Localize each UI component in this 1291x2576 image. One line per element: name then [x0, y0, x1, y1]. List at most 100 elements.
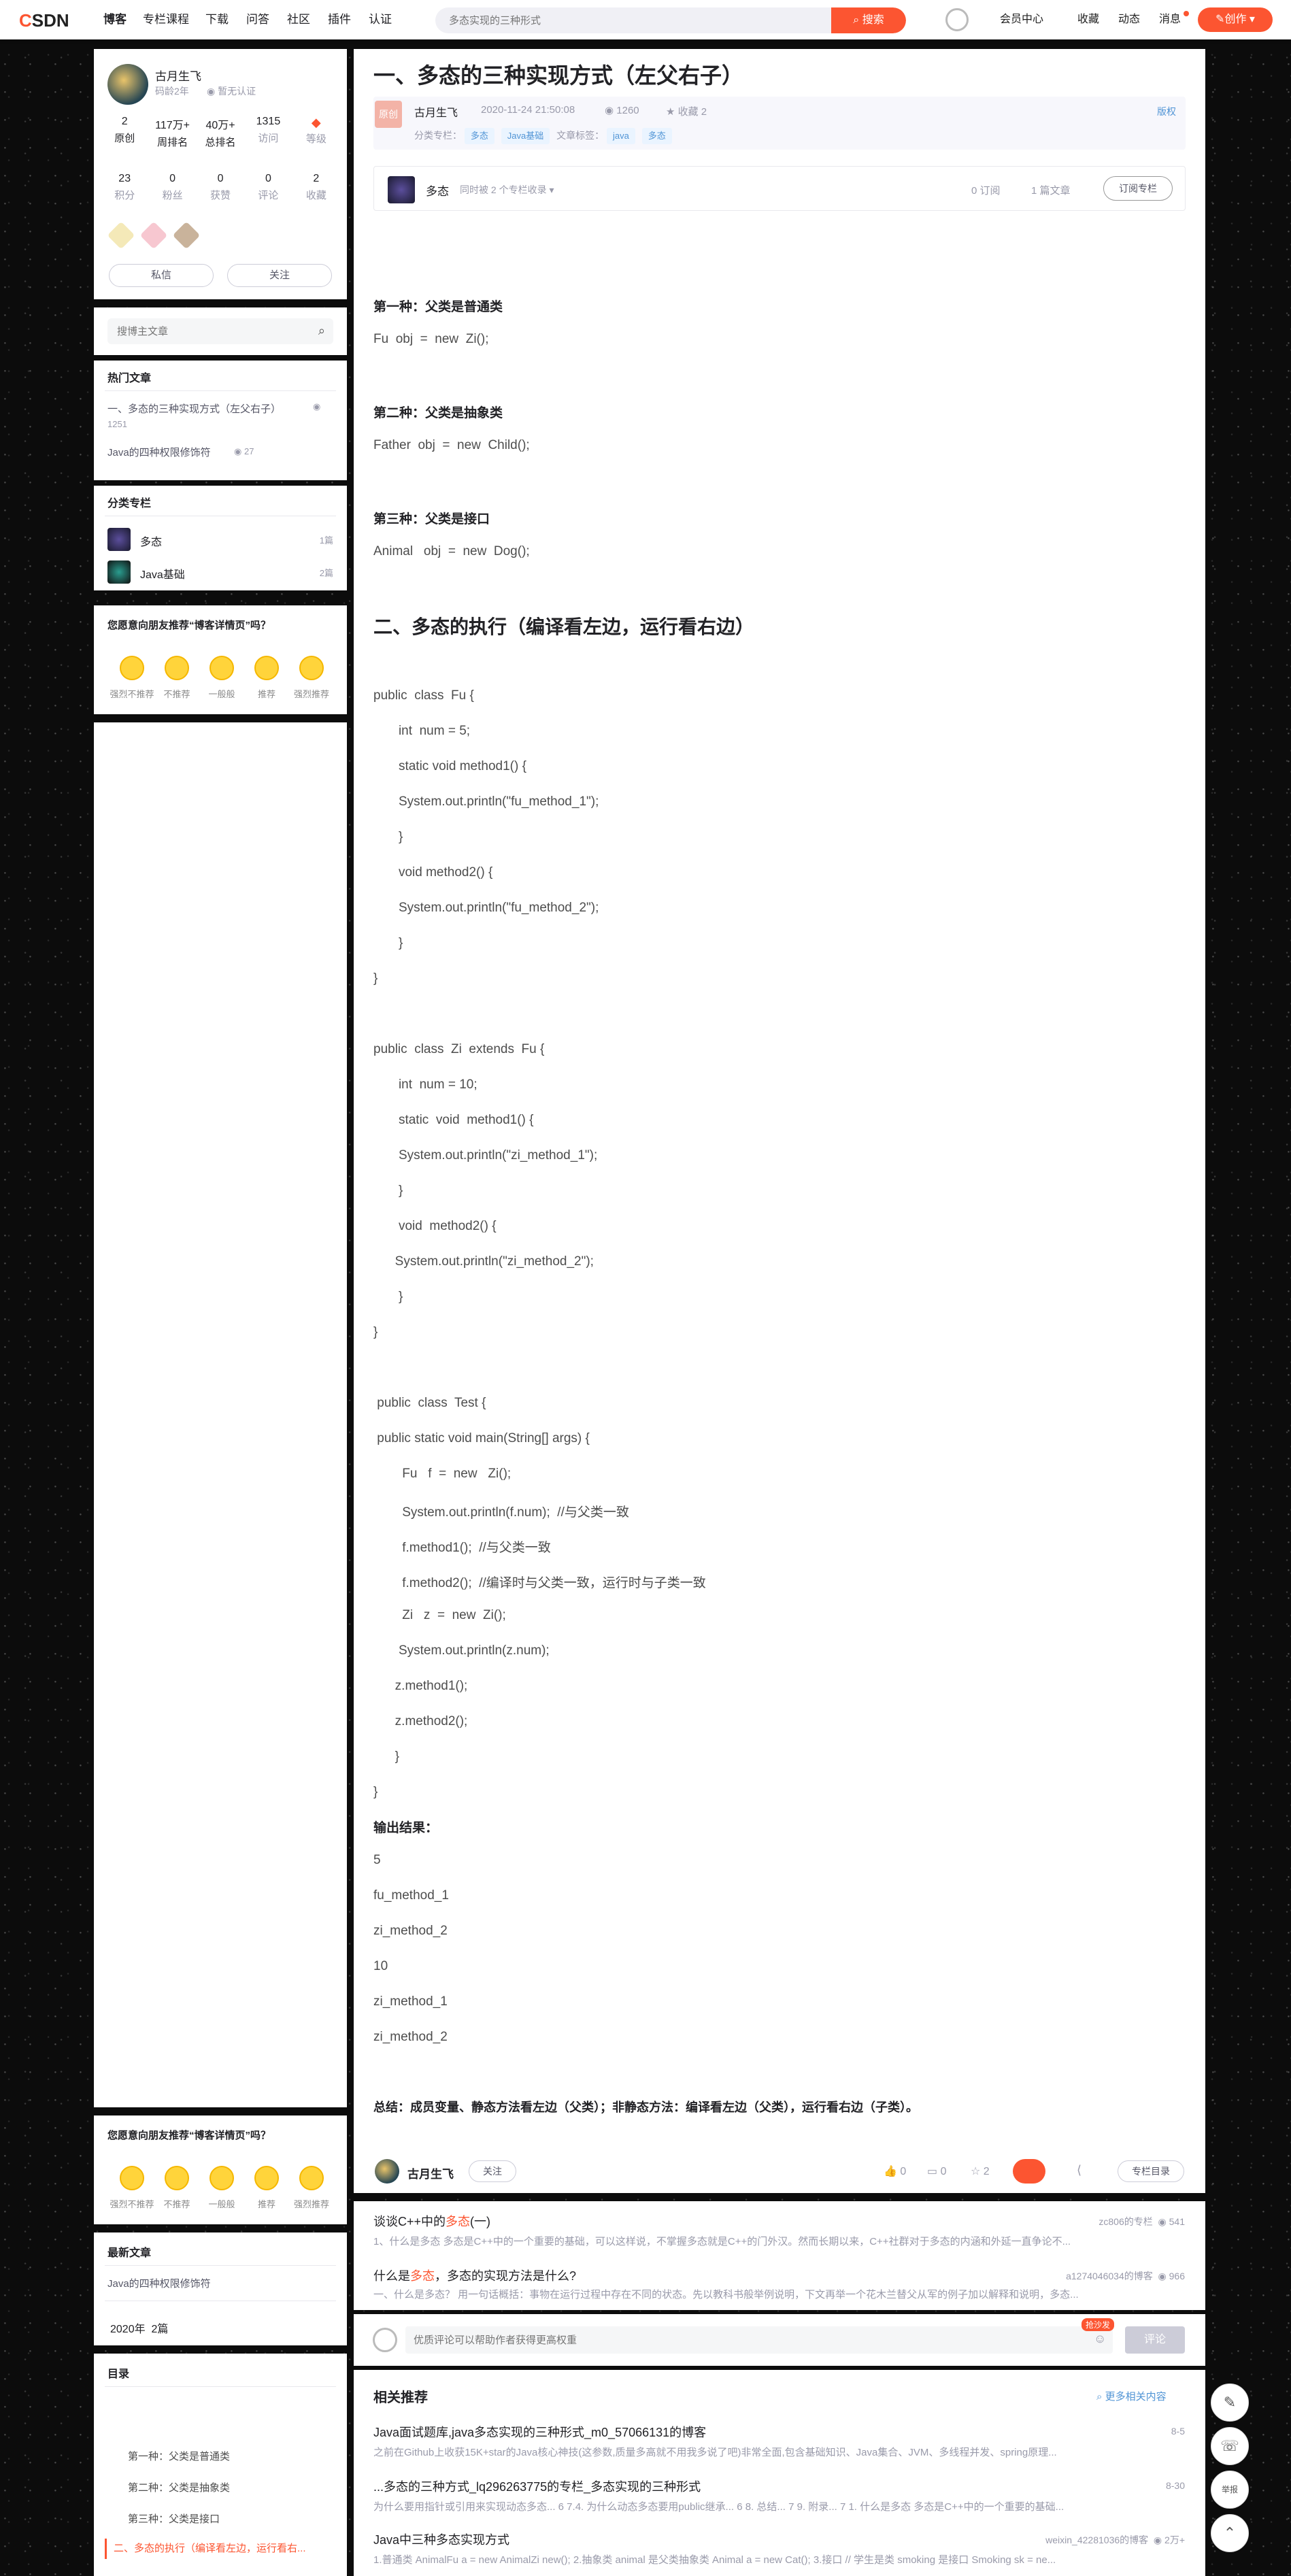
column-note[interactable]: 同时被 2 个专栏收录 ▾ — [460, 183, 554, 197]
column-thumb-icon[interactable] — [388, 176, 415, 203]
footer-follow-button[interactable]: 关注 — [469, 2160, 516, 2182]
profile-avatar[interactable] — [107, 64, 148, 105]
code-line: z.method1(); — [373, 1679, 468, 1693]
private-message-button[interactable]: 私信 — [109, 264, 214, 287]
badge-icon-2[interactable] — [139, 221, 168, 250]
favorite-count[interactable]: ★ 收藏 2 — [666, 104, 707, 118]
column-name[interactable]: 多态 — [426, 182, 449, 199]
blog-search-input[interactable] — [107, 318, 305, 344]
archive-link[interactable]: 2020年 2篇 — [110, 2320, 168, 2336]
related-link[interactable]: Java中三种多态实现方式 — [373, 2530, 509, 2548]
collect-button[interactable]: ☆ 2 — [971, 2164, 990, 2178]
profile-name[interactable]: 古月生飞 — [155, 67, 201, 84]
code-line: public static void main(String[] args) { — [373, 1431, 590, 1445]
comment-input[interactable] — [405, 2326, 1113, 2354]
footer-author[interactable]: 古月生飞 — [407, 2164, 454, 2181]
author-link[interactable]: 古月生飞 — [414, 103, 458, 120]
category-tag[interactable]: 多态 — [464, 128, 494, 144]
stat-total-rank[interactable]: 40万+ 总排名 — [197, 116, 244, 149]
footer-avatar[interactable] — [375, 2159, 399, 2184]
neutral-face-icon[interactable] — [209, 656, 234, 680]
code-line: } — [373, 1785, 378, 1799]
user-avatar[interactable] — [945, 8, 969, 31]
reward-icon[interactable] — [1013, 2159, 1045, 2184]
nav-plugin[interactable]: 插件 — [328, 0, 351, 39]
top-search-button[interactable]: ⌕ 搜索 — [831, 7, 906, 33]
toc-item[interactable]: 第二种：父类是抽象类 — [128, 2480, 230, 2494]
category-tag[interactable]: Java基础 — [501, 128, 550, 144]
thumb-up-icon: 👍 — [884, 2166, 901, 2177]
create-button[interactable]: ✎创作 ▾ — [1198, 7, 1273, 32]
eye-icon: ◉ — [605, 105, 617, 116]
toc-item-active[interactable]: 二、多态的执行（编译看左边，运行看右... — [105, 2539, 336, 2559]
follow-button[interactable]: 关注 — [227, 264, 332, 287]
support-icon[interactable]: ☏ — [1211, 2427, 1249, 2465]
hot-articles-card: 热门文章 一、多态的三种实现方式（左父右子） ◉ 1251 Java的四种权限修… — [94, 361, 347, 480]
output-line: 5 — [373, 1853, 381, 1867]
nav-qa[interactable]: 问答 — [246, 0, 269, 39]
badge-icon-1[interactable] — [107, 221, 135, 250]
eye-icon: ◉ — [234, 446, 244, 456]
top-navbar: CSDN 博客 专栏课程 下载 问答 社区 插件 认证 ⌕ 搜索 会员中心 收藏… — [0, 0, 1291, 39]
code-line: System.out.println(z.num); — [373, 1643, 550, 1658]
happy-face-icon[interactable] — [254, 2166, 279, 2190]
top-icon[interactable]: ⌃ — [1211, 2514, 1249, 2552]
happy-face-icon[interactable] — [254, 656, 279, 680]
like-button[interactable]: 👍 0 — [884, 2164, 906, 2178]
column-item[interactable]: 多态 1篇 — [107, 526, 333, 552]
article-tag[interactable]: java — [607, 128, 635, 144]
section-heading-2: 二、多态的执行（编译看左边，运行看右边） — [373, 616, 755, 637]
hot-article-link[interactable]: Java的四种权限修饰符 — [107, 445, 211, 459]
more-related-link[interactable]: ⌕ 更多相关内容 — [1096, 2389, 1167, 2403]
stat-week-rank[interactable]: 117万+ 周排名 — [148, 116, 196, 149]
very-happy-face-icon[interactable] — [299, 656, 324, 680]
csdn-logo[interactable]: CSDN — [19, 10, 69, 31]
stat-original[interactable]: 2 原创 — [101, 116, 148, 149]
subscribe-column-button[interactable]: 订阅专栏 — [1103, 176, 1173, 201]
hot-articles-title: 热门文章 — [107, 373, 152, 384]
nav-activity[interactable]: 动态 — [1118, 0, 1140, 39]
related-link[interactable]: Java面试题库,java多态实现的三种形式_m0_57066131的博客 — [373, 2423, 706, 2441]
nav-community[interactable]: 社区 — [287, 0, 310, 39]
comment-submit-button[interactable]: 评论 — [1125, 2326, 1185, 2354]
badge-icon-3[interactable] — [172, 221, 201, 250]
hot-article-link[interactable]: 一、多态的三种实现方式（左父右子） — [107, 401, 281, 416]
article-footer: 古月生飞 关注 👍 0 ▭ 0 ☆ 2 ⟨ 专栏目录 — [373, 2158, 1186, 2185]
report-icon[interactable]: 举报 — [1211, 2471, 1249, 2509]
nav-download[interactable]: 下载 — [205, 0, 229, 39]
nav-favorites[interactable]: 收藏 — [1077, 0, 1099, 39]
nav-courses[interactable]: 专栏课程 — [143, 0, 189, 39]
unhappy-face-icon[interactable] — [165, 656, 189, 680]
divider — [105, 2386, 336, 2387]
section-heading: 第一种：父类是普通类 — [373, 300, 503, 314]
nav-messages[interactable]: 消息 — [1159, 0, 1181, 39]
search-icon[interactable]: ⌕ — [318, 324, 325, 338]
latest-article-link[interactable]: Java的四种权限修饰符 — [107, 2276, 211, 2290]
neutral-face-icon[interactable] — [209, 2166, 234, 2190]
profile-verify: ◉ 暂无认证 — [207, 86, 256, 97]
unhappy-face-icon[interactable] — [165, 2166, 189, 2190]
sidebar-ad-area — [94, 722, 347, 2107]
column-item[interactable]: Java基础 2篇 — [107, 559, 333, 585]
column-toc-button[interactable]: 专栏目录 — [1118, 2160, 1184, 2182]
nav-blog[interactable]: 博客 — [103, 0, 127, 39]
code-line: z.method2(); — [373, 1714, 468, 1728]
share-icon[interactable]: ⟨ — [1077, 2163, 1082, 2177]
stat-level[interactable]: ◆ 等级 — [292, 116, 340, 149]
comment-button[interactable]: ▭ 0 — [927, 2164, 946, 2178]
nav-certify[interactable]: 认证 — [369, 0, 392, 39]
very-happy-face-icon[interactable] — [299, 2166, 324, 2190]
top-search-input[interactable] — [435, 7, 803, 33]
nav-vip[interactable]: 会员中心 — [1000, 0, 1043, 39]
very-unhappy-face-icon[interactable] — [120, 656, 144, 680]
related-link[interactable]: 什么是多态，多态的实现方法是什么? — [373, 2266, 576, 2284]
very-unhappy-face-icon[interactable] — [120, 2166, 144, 2190]
related-link[interactable]: ...多态的三种方式_lq296263775的专栏_多态实现的三种形式 — [373, 2477, 701, 2495]
write-icon[interactable]: ✎ — [1211, 2383, 1249, 2422]
toc-item[interactable]: 第三种：父类是接口 — [128, 2511, 220, 2526]
related-link[interactable]: 谈谈C++中的多态(一) — [373, 2212, 490, 2230]
article-tag[interactable]: 多态 — [641, 128, 672, 144]
copyright-link[interactable]: 版权 — [1157, 105, 1176, 118]
emoji-icon[interactable]: ☺ — [1094, 2332, 1106, 2346]
toc-item[interactable]: 第一种：父类是普通类 — [128, 2449, 230, 2463]
